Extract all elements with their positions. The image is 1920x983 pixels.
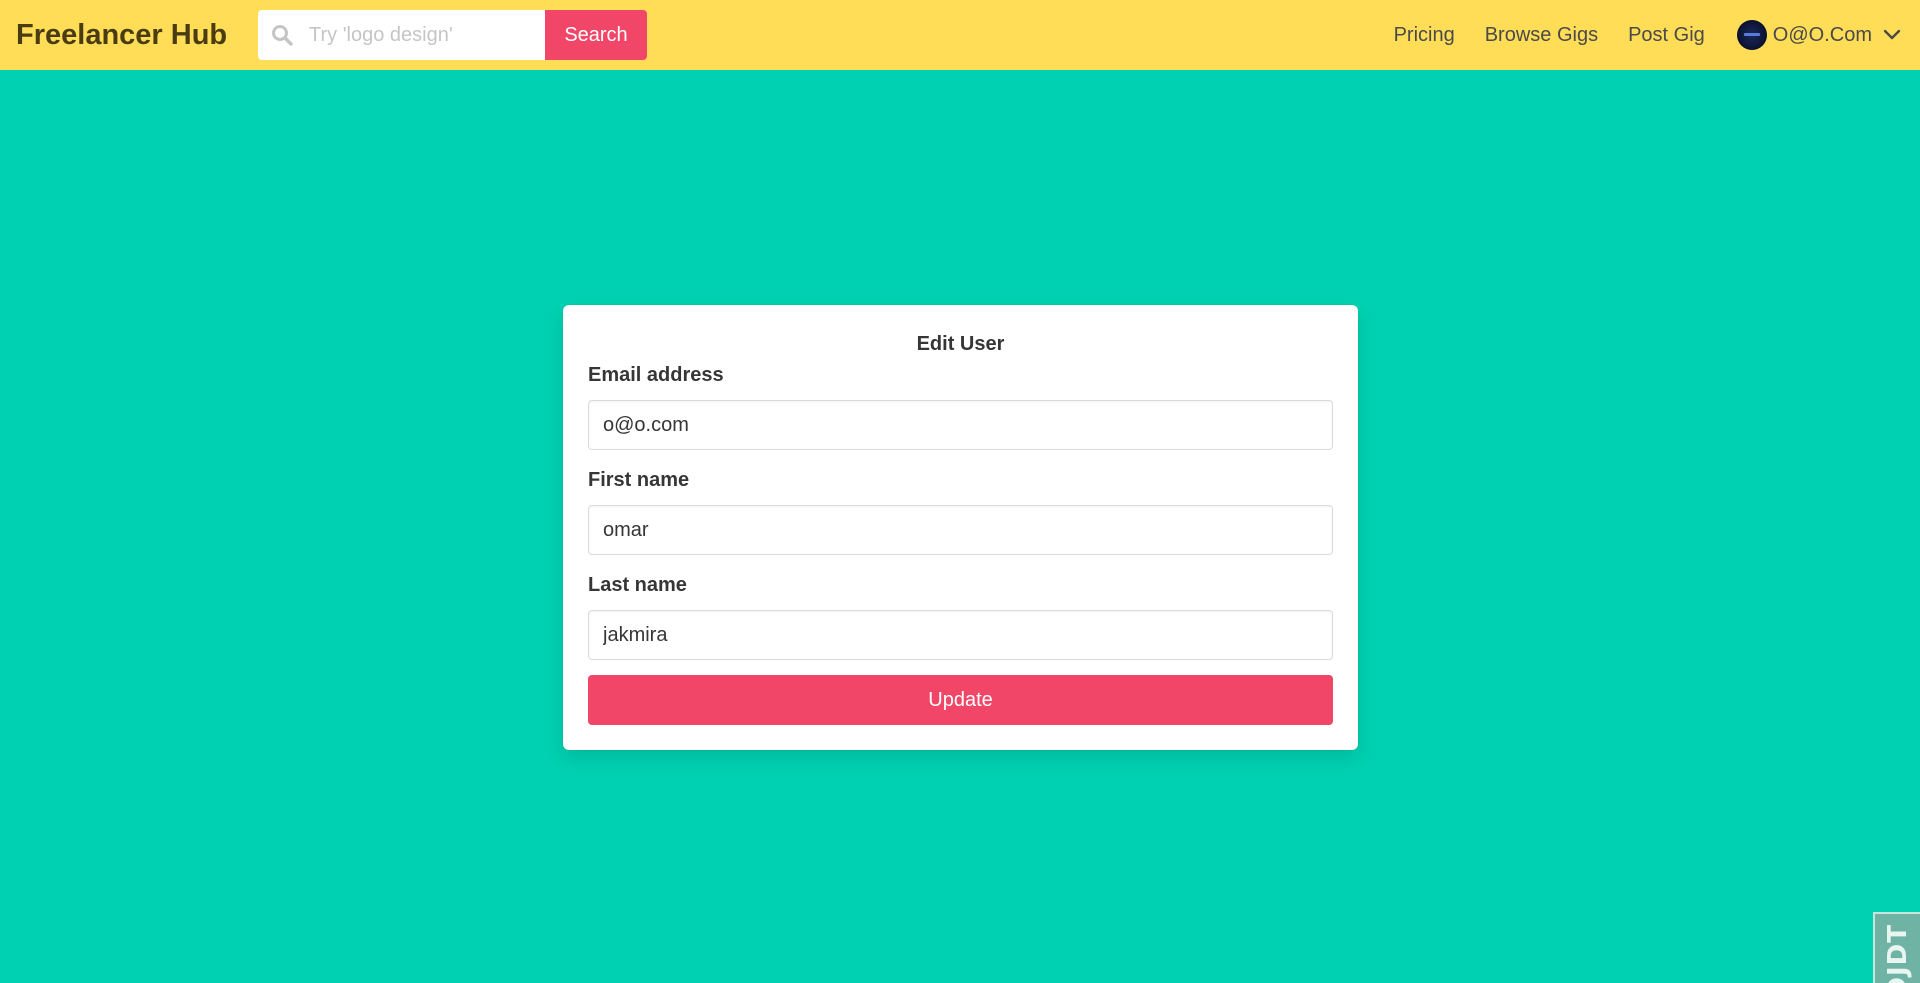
search-bar: Search	[258, 10, 647, 60]
update-button[interactable]: Update	[588, 675, 1333, 725]
search-field[interactable]	[258, 10, 545, 60]
first-name-field[interactable]	[588, 505, 1333, 555]
page-title: Edit User	[916, 333, 1005, 355]
nav-link-pricing[interactable]: Pricing	[1394, 24, 1455, 47]
user-name: O@O.Com	[1772, 23, 1872, 46]
edit-user-card: Edit User Email address First name Last …	[563, 305, 1358, 750]
avatar	[1736, 20, 1767, 50]
email-label: Email address	[588, 364, 724, 386]
chevron-down-icon	[1882, 25, 1902, 45]
debug-toolbar-label: DJDT	[1882, 924, 1913, 983]
debug-toolbar-handle[interactable]: DJDT	[1873, 912, 1920, 983]
nav-link-browse-gigs[interactable]: Browse Gigs	[1485, 24, 1598, 47]
email-field[interactable]	[588, 400, 1333, 450]
user-menu-dropdown[interactable]: O@O.Com	[1736, 20, 1902, 50]
nav-menu: Pricing Browse Gigs Post Gig O@O.Com	[1394, 0, 1920, 70]
navbar: Freelancer Hub Search Pricing Browse Gig…	[0, 0, 1920, 70]
last-name-field[interactable]	[588, 610, 1333, 660]
search-input[interactable]	[258, 10, 545, 60]
first-name-label: First name	[588, 469, 690, 491]
search-icon	[270, 23, 294, 47]
search-button[interactable]: Search	[545, 10, 647, 60]
last-name-label: Last name	[588, 574, 687, 596]
nav-link-post-gig[interactable]: Post Gig	[1628, 24, 1705, 47]
brand-logo[interactable]: Freelancer Hub	[16, 0, 227, 70]
